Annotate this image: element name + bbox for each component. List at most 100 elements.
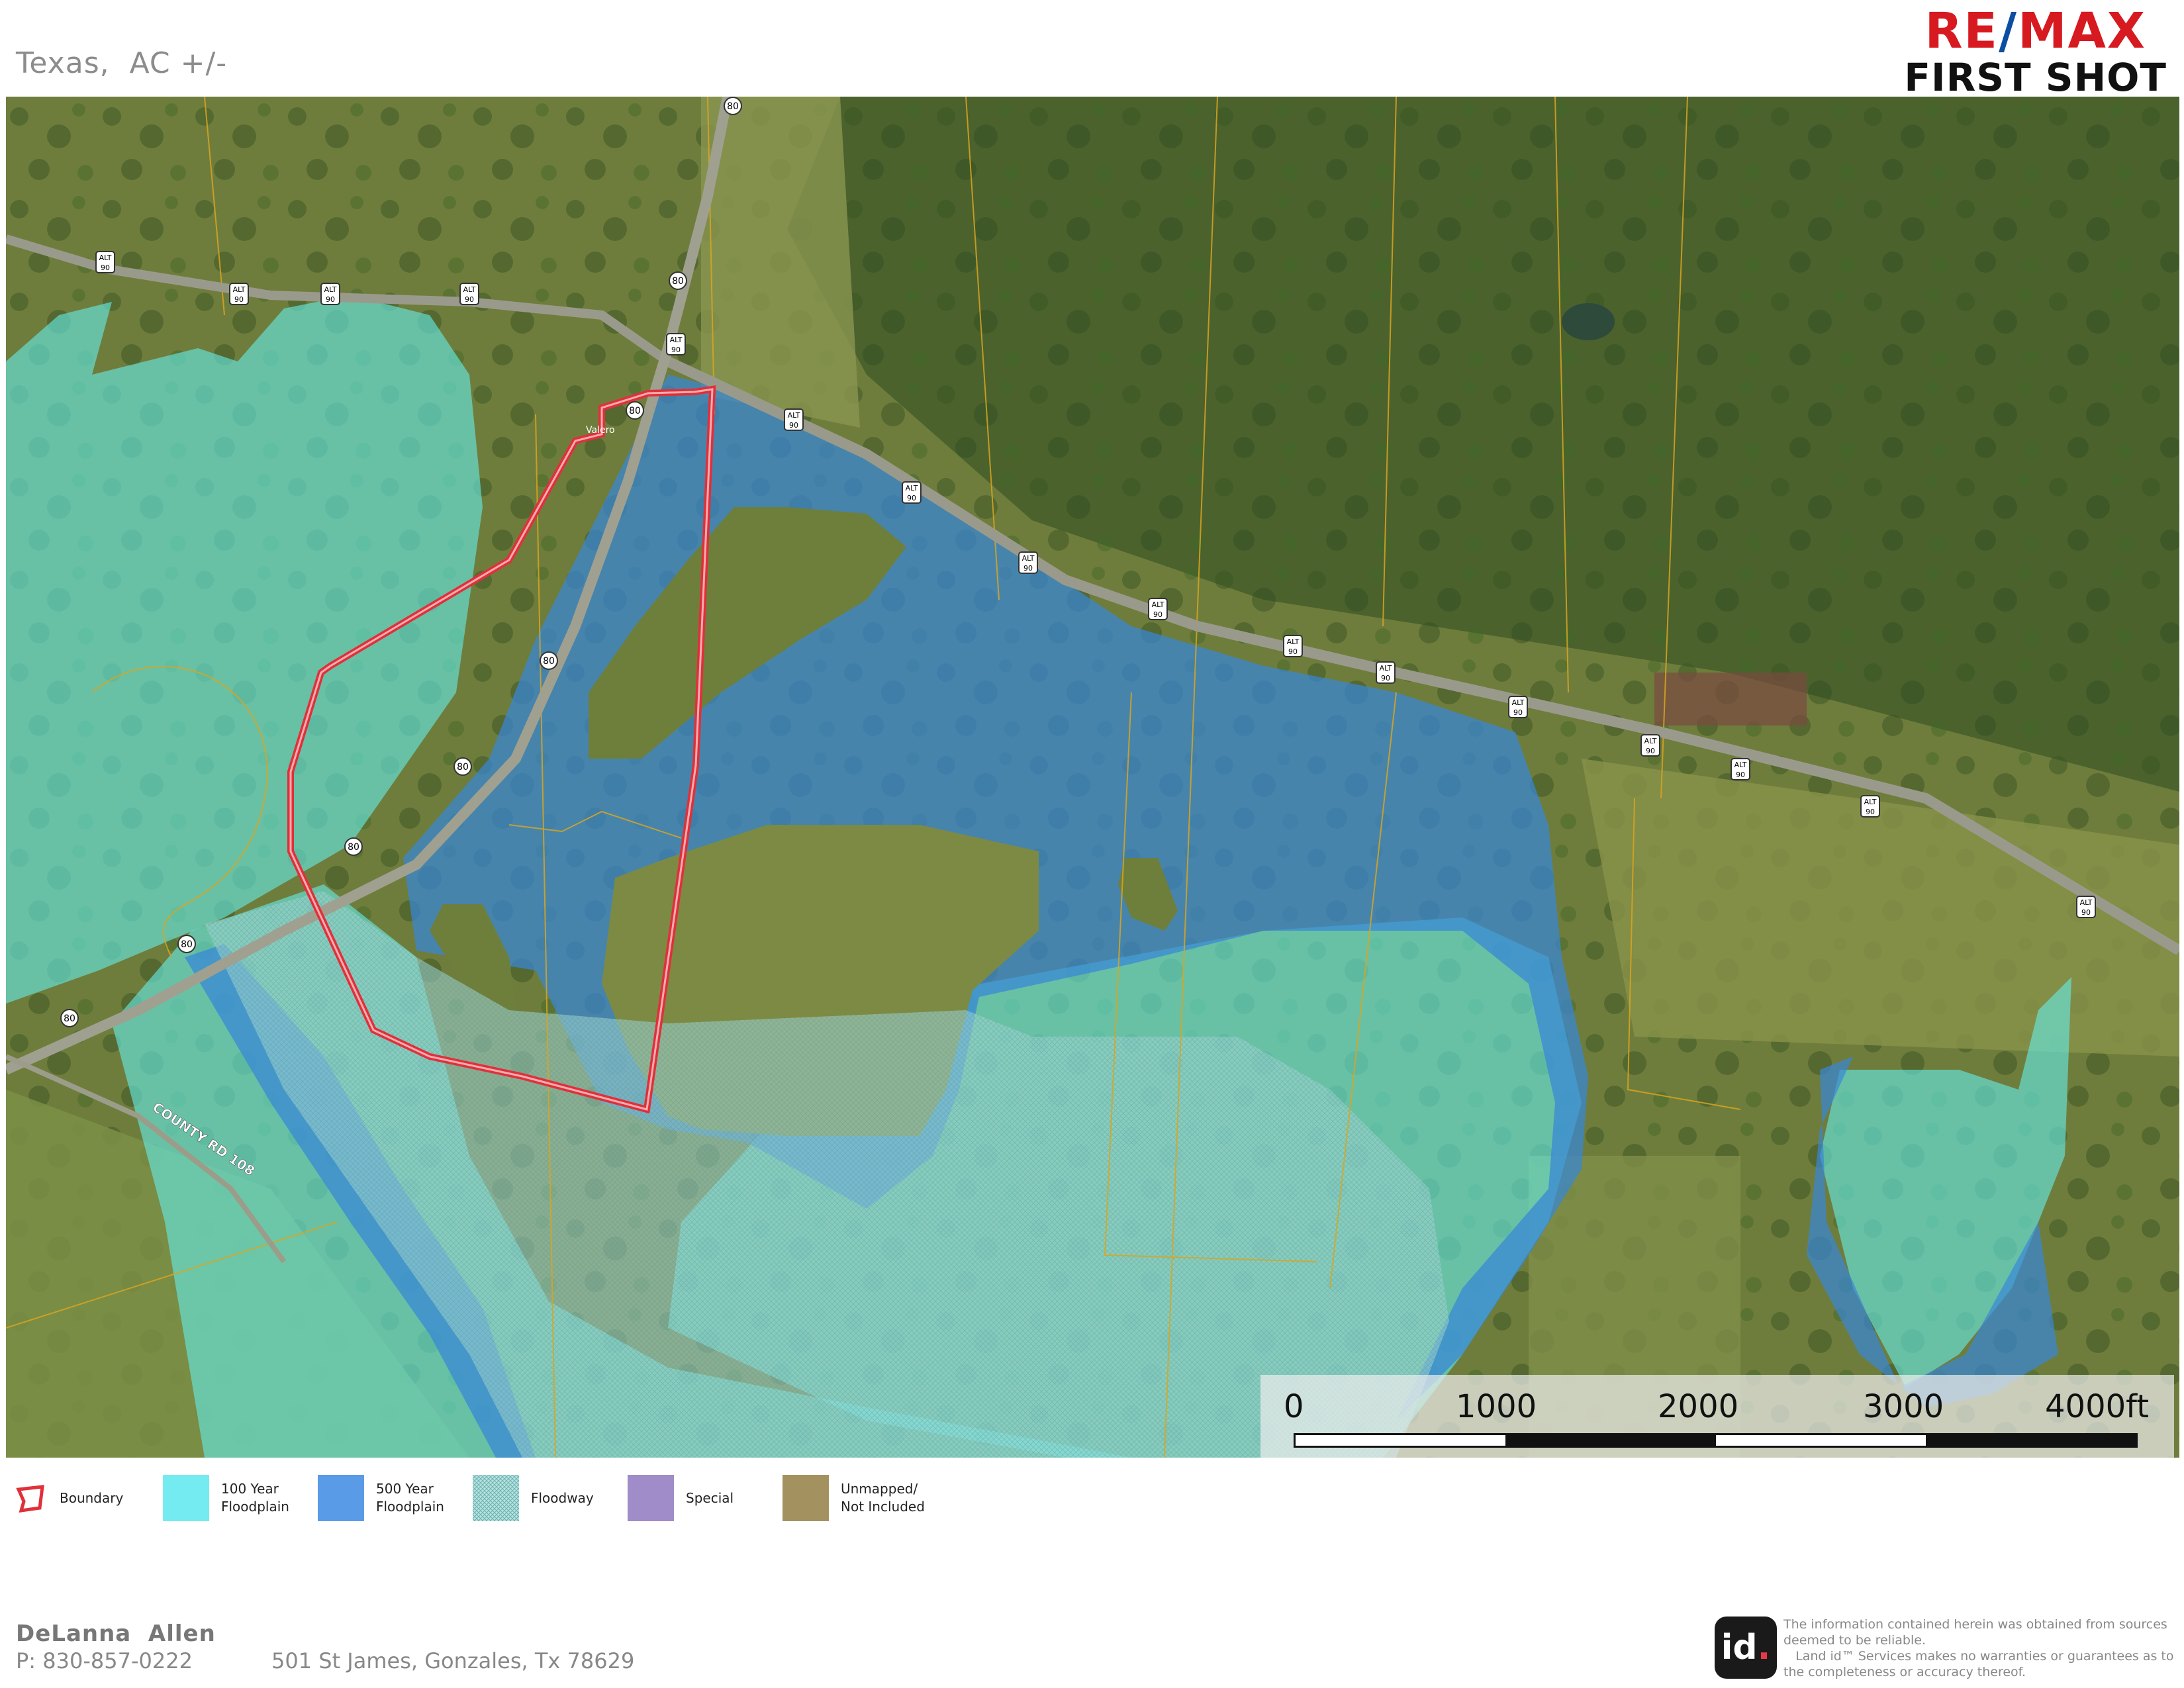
svg-text:80: 80 bbox=[457, 762, 469, 773]
svg-text:ALT: ALT bbox=[1380, 664, 1392, 673]
us80-shield-7: 80 bbox=[177, 935, 196, 953]
brand-office: FIRST SHOT bbox=[1904, 55, 2167, 100]
alt90-shield-14: ALT 90 bbox=[1731, 758, 1750, 780]
agent-name: DeLanna Allen bbox=[16, 1620, 216, 1647]
scale-tick-3000: 3000 bbox=[1863, 1388, 1944, 1425]
svg-text:ALT: ALT bbox=[1022, 554, 1035, 563]
legend-label: Floodway bbox=[531, 1489, 594, 1506]
land-id-logo: id. bbox=[1715, 1617, 1777, 1679]
alt90-shield-5: ALT 90 bbox=[666, 333, 686, 355]
svg-text:90: 90 bbox=[1866, 808, 1875, 816]
svg-text:80: 80 bbox=[64, 1013, 75, 1024]
legend-label: 100 Year Floodplain bbox=[221, 1481, 289, 1515]
alt90-shield-8: ALT90 bbox=[1018, 551, 1038, 574]
floodplain-100-swatch bbox=[163, 1475, 209, 1521]
scale-tick-2000: 2000 bbox=[1658, 1388, 1739, 1425]
legend-item-100-year: 100 Year Floodplain bbox=[163, 1475, 289, 1521]
legend-item-special: Special bbox=[628, 1475, 734, 1521]
disclaimer: The information contained herein was obt… bbox=[1783, 1617, 2174, 1679]
svg-text:90: 90 bbox=[671, 346, 681, 354]
svg-text:ALT: ALT bbox=[1734, 761, 1747, 769]
svg-text:90: 90 bbox=[1736, 771, 1745, 779]
svg-text:90: 90 bbox=[465, 295, 474, 304]
legend-item-boundary: Boundary bbox=[15, 1475, 123, 1521]
svg-text:ALT: ALT bbox=[1644, 737, 1657, 745]
alt90-shield-13: ALT 90 bbox=[1640, 734, 1660, 757]
svg-text:90: 90 bbox=[907, 494, 916, 502]
legend-label: Unmapped/ Not Included bbox=[841, 1481, 925, 1515]
floodplain-500-swatch bbox=[318, 1475, 364, 1521]
svg-text:ALT: ALT bbox=[1512, 698, 1525, 707]
office-address: 501 St James, Gonzales, Tx 78629 bbox=[271, 1648, 635, 1673]
alt90-shield-12: ALT90 bbox=[1508, 696, 1528, 718]
special-swatch bbox=[628, 1475, 674, 1521]
us80-shield-3: 80 bbox=[626, 401, 644, 420]
pond bbox=[1562, 303, 1615, 340]
alt90-shield-16: ALT90 bbox=[2076, 896, 2096, 918]
svg-text:90: 90 bbox=[789, 421, 798, 430]
us80-shield-2: 80 bbox=[669, 271, 687, 290]
svg-text:ALT: ALT bbox=[2080, 898, 2093, 907]
svg-text:90: 90 bbox=[326, 295, 335, 304]
alt90-shield-7: ALT 90 bbox=[902, 481, 922, 504]
svg-text:80: 80 bbox=[727, 101, 739, 112]
floodway-swatch bbox=[473, 1475, 519, 1521]
svg-text:ALT: ALT bbox=[324, 285, 337, 294]
svg-text:ALT: ALT bbox=[99, 254, 112, 262]
legend-item-500-year: 500 Year Floodplain bbox=[318, 1475, 444, 1521]
us80-shield-4: 80 bbox=[540, 651, 558, 670]
svg-text:90: 90 bbox=[1023, 564, 1033, 573]
legend-item-floodway: Floodway bbox=[473, 1475, 594, 1521]
svg-text:ALT: ALT bbox=[906, 484, 918, 492]
svg-text:ALT: ALT bbox=[1152, 600, 1164, 609]
us80-shield-8: 80 bbox=[60, 1009, 79, 1027]
scale-tick-0: 0 bbox=[1284, 1388, 1304, 1425]
alt90-shield-2: ALT90 bbox=[229, 283, 249, 305]
brokerage-logo: RE/MAX FIRST SHOT bbox=[1904, 5, 2167, 98]
svg-text:90: 90 bbox=[234, 295, 244, 304]
place-label: Valero bbox=[586, 425, 615, 436]
svg-text:ALT: ALT bbox=[463, 285, 476, 294]
brand-name: RE/MAX bbox=[1924, 3, 2146, 60]
page-title: Texas, AC +/- bbox=[16, 46, 228, 80]
svg-text:90: 90 bbox=[1513, 708, 1523, 717]
svg-text:80: 80 bbox=[181, 939, 193, 950]
svg-text:ALT: ALT bbox=[1864, 798, 1877, 806]
alt90-shield-3: ALT90 bbox=[320, 283, 340, 305]
svg-text:90: 90 bbox=[1381, 674, 1390, 682]
flood-map[interactable]: 80 80 80 80 80 80 80 80 ALT 90 ALT 90 ALT 9… bbox=[6, 97, 2179, 1458]
svg-text:80: 80 bbox=[672, 276, 684, 287]
map-canvas: 80 80 80 80 80 80 80 80 ALT90 ALT90 ALT9… bbox=[6, 97, 2179, 1458]
us80-shield-6: 80 bbox=[344, 837, 363, 856]
legend-label: Boundary bbox=[60, 1489, 124, 1506]
scale-tick-4000: 4000ft bbox=[2045, 1388, 2150, 1425]
pasture-north bbox=[701, 97, 860, 428]
svg-text:90: 90 bbox=[1288, 647, 1298, 656]
alt90-shield-6: ALT90 bbox=[784, 408, 804, 431]
legend-label: Special bbox=[686, 1489, 734, 1506]
scale-track bbox=[1294, 1433, 2138, 1448]
field-red bbox=[1654, 673, 1807, 726]
svg-text:80: 80 bbox=[543, 656, 555, 667]
scale-tick-1000: 1000 bbox=[1456, 1388, 1537, 1425]
svg-text:90: 90 bbox=[101, 263, 110, 272]
scale-bar: 0 1000 2000 3000 4000ft bbox=[1260, 1375, 2174, 1458]
svg-text:ALT: ALT bbox=[1287, 637, 1300, 646]
svg-text:ALT: ALT bbox=[233, 285, 246, 294]
unmapped-swatch bbox=[783, 1475, 829, 1521]
svg-text:ALT: ALT bbox=[670, 336, 683, 344]
legend-item-unmapped: Unmapped/ Not Included bbox=[783, 1475, 925, 1521]
agent-phone: P: 830-857-0222 bbox=[16, 1648, 193, 1673]
alt90-shield-1: ALT90 bbox=[95, 251, 115, 273]
us80-shield-1: 80 bbox=[724, 97, 742, 115]
alt90-shield-11: ALT90 bbox=[1376, 661, 1396, 684]
alt90-shield-10: ALT90 bbox=[1283, 635, 1303, 657]
legend-label: 500 Year Floodplain bbox=[376, 1481, 444, 1515]
us80-shield-5: 80 bbox=[453, 757, 472, 776]
boundary-polygon-icon bbox=[16, 1485, 44, 1513]
alt90-shield-15: ALT 90 bbox=[1860, 795, 1880, 818]
svg-text:ALT: ALT bbox=[788, 411, 800, 420]
svg-text:90: 90 bbox=[1646, 747, 1655, 755]
svg-text:80: 80 bbox=[348, 842, 359, 853]
svg-text:90: 90 bbox=[2081, 908, 2091, 917]
